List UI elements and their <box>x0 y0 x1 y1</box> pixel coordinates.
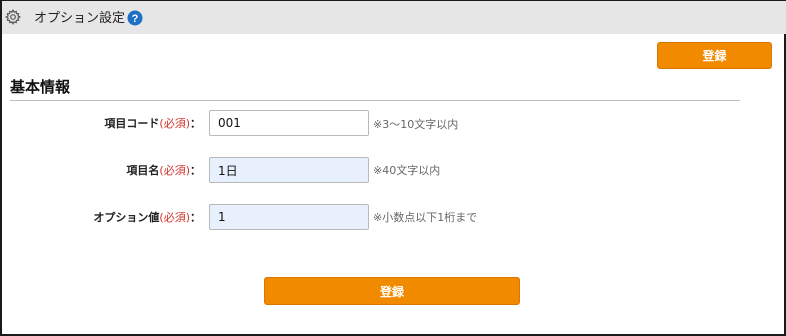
register-button-top[interactable]: 登録 <box>657 42 772 69</box>
item-code-hint: ※3～10文字以内 <box>373 118 459 131</box>
window-frame: オプション設定 ? 登録 基本情報 項目コード(必須)： ※3～10文字以内 項… <box>0 0 786 336</box>
item-code-label: 項目コード(必須)： <box>104 117 201 131</box>
required-mark: (必須) <box>159 164 190 177</box>
item-code-input[interactable] <box>209 110 369 136</box>
item-code-label-text: 項目コード <box>104 117 160 130</box>
register-button-bottom[interactable]: 登録 <box>264 277 520 305</box>
gear-icon[interactable] <box>5 9 21 25</box>
label-colon: ： <box>190 117 201 130</box>
required-mark: (必須) <box>159 211 190 224</box>
option-value-hint: ※小数点以下1桁まで <box>373 211 478 224</box>
required-mark: (必須) <box>159 117 190 130</box>
item-name-input[interactable] <box>209 157 369 183</box>
option-value-label-text: オプション値 <box>93 211 160 224</box>
page-title: オプション設定 <box>34 11 126 26</box>
section-title: 基本情報 <box>10 78 71 96</box>
label-colon: ： <box>190 164 201 177</box>
help-icon[interactable]: ? <box>127 10 143 26</box>
title-bar: オプション設定 ? <box>2 1 786 34</box>
section-divider <box>10 100 740 101</box>
label-colon: ： <box>190 211 201 224</box>
register-button-label: 登録 <box>379 284 404 299</box>
register-button-label: 登録 <box>702 49 727 63</box>
option-value-input[interactable] <box>209 204 369 230</box>
item-name-hint: ※40文字以内 <box>373 164 441 177</box>
option-value-label: オプション値(必須)： <box>93 211 201 225</box>
svg-text:?: ? <box>132 13 139 25</box>
item-name-label-text: 項目名 <box>126 164 160 177</box>
item-name-label: 項目名(必須)： <box>126 164 201 178</box>
